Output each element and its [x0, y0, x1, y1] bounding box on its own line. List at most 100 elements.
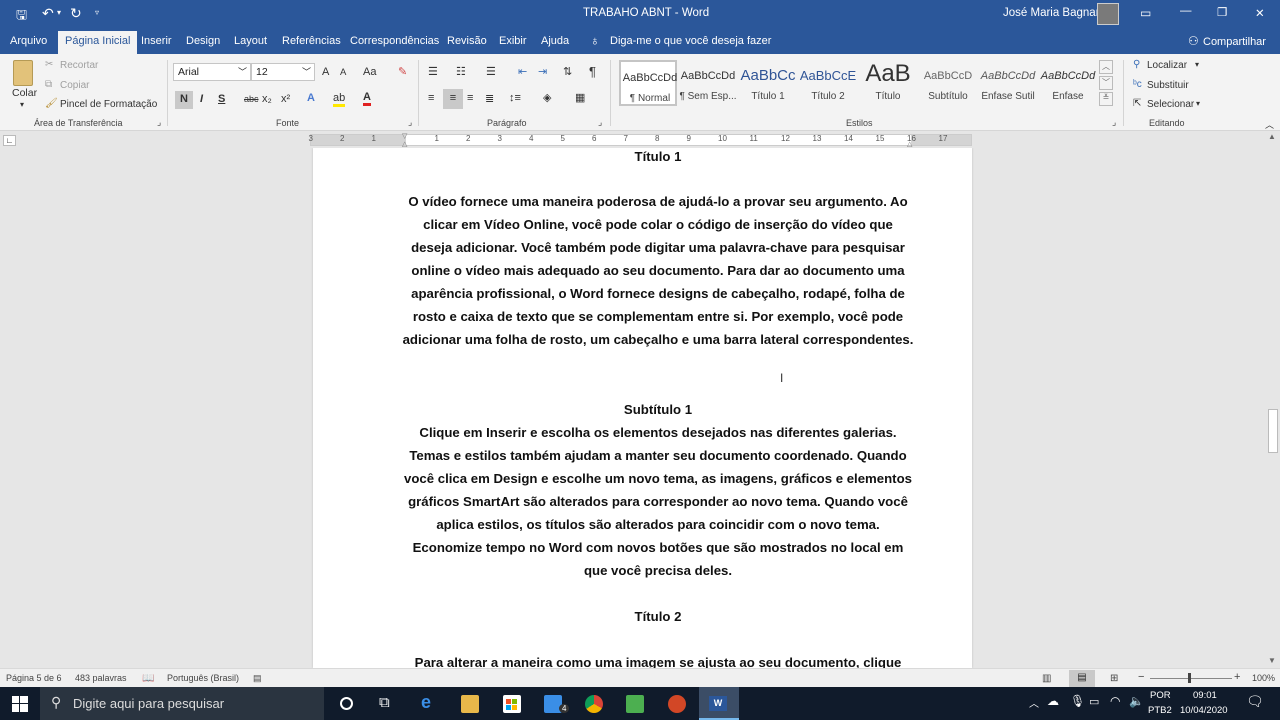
chrome-icon[interactable]	[585, 695, 603, 713]
change-case-button[interactable]: Aa	[363, 66, 376, 78]
proofing-icon[interactable]: 📖	[142, 673, 154, 684]
cortana-icon[interactable]	[340, 697, 353, 710]
shrink-font-button[interactable]: A	[340, 67, 346, 78]
scroll-up-icon[interactable]: ▲	[1268, 132, 1276, 141]
paragraph-3[interactable]: Para alterar a maneira como uma imagem s…	[401, 651, 915, 668]
style-enfase[interactable]: AaBbCcDd Ênfase	[1039, 60, 1097, 106]
collapse-ribbon-icon[interactable]: ︿	[1265, 118, 1274, 131]
shading-icon[interactable]: ◈	[543, 91, 551, 104]
align-right-icon[interactable]: ≡	[467, 92, 473, 104]
input-language[interactable]: POR	[1150, 690, 1171, 701]
battery-icon[interactable]: ▭	[1089, 695, 1099, 708]
paragraph-1[interactable]: O vídeo fornece uma maneira poderosa de …	[401, 190, 915, 351]
font-size-combo[interactable]: 12 ﹀	[251, 63, 315, 81]
cut-button[interactable]: Recortar	[60, 60, 98, 71]
tab-revisao[interactable]: Revisão	[447, 35, 487, 47]
select-button[interactable]: Selecionar	[1147, 99, 1194, 110]
multilevel-list-icon[interactable]: ☰	[486, 65, 496, 78]
heading-titulo-1[interactable]: Título 1	[401, 148, 915, 168]
format-painter-button[interactable]: Pincel de Formatação	[60, 99, 157, 110]
clear-formatting-icon[interactable]: ✎	[398, 65, 407, 78]
align-center-icon[interactable]: ≡	[443, 89, 463, 109]
chevron-down-icon[interactable]: ﹀	[302, 65, 311, 78]
macro-icon[interactable]: ▤	[253, 673, 262, 684]
text-effects-icon[interactable]: A	[307, 92, 315, 104]
style-normal[interactable]: AaBbCcDd ¶ Normal	[619, 60, 677, 106]
highlight-icon[interactable]: ab	[333, 92, 346, 107]
clock-time[interactable]: 09:01	[1193, 690, 1217, 701]
zoom-thumb[interactable]	[1188, 673, 1191, 683]
tab-selector[interactable]: ∟	[3, 135, 16, 146]
page-count[interactable]: Página 5 de 6	[6, 673, 62, 683]
style-titulo[interactable]: AaB Título	[859, 60, 917, 106]
grow-font-button[interactable]: A	[322, 66, 329, 78]
select-dropdown-icon[interactable]: ▾	[1196, 99, 1200, 108]
numbering-icon[interactable]: ☷	[456, 65, 466, 78]
bold-button[interactable]: N	[175, 91, 193, 109]
heading-subtitulo-1[interactable]: Subtítulo 1	[401, 398, 915, 421]
clock-date[interactable]: 10/04/2020	[1180, 705, 1228, 716]
right-indent-marker[interactable]: △	[907, 140, 912, 148]
align-left-icon[interactable]: ≡	[428, 92, 434, 104]
clipboard-icon[interactable]	[13, 60, 33, 86]
show-formatting-button[interactable]: ¶	[589, 64, 596, 79]
find-button[interactable]: Localizar	[1147, 60, 1187, 71]
redo-icon[interactable]: ↻	[70, 5, 82, 22]
show-hidden-icons[interactable]: ︿	[1029, 695, 1039, 710]
font-color-icon[interactable]: A	[363, 91, 371, 106]
web-layout-icon[interactable]: ⊞	[1110, 673, 1118, 684]
customize-qat-icon[interactable]: ▿	[95, 8, 99, 17]
replace-button[interactable]: Substituir	[1147, 80, 1189, 91]
heading-titulo-2[interactable]: Título 2	[401, 605, 915, 628]
styles-scroll-down-icon[interactable]: ﹀	[1099, 76, 1113, 90]
line-spacing-icon[interactable]: ↕≡	[509, 92, 521, 104]
powerpoint-icon[interactable]	[668, 695, 686, 713]
scroll-down-icon[interactable]: ▼	[1268, 656, 1276, 665]
tab-inserir[interactable]: Inserir	[141, 35, 172, 47]
first-line-indent-marker[interactable]: ▽	[402, 132, 407, 140]
undo-dropdown-icon[interactable]: ▾	[57, 8, 61, 17]
language-status[interactable]: Português (Brasil)	[167, 673, 239, 683]
font-launcher-icon[interactable]: ⌟	[408, 117, 412, 128]
minimize-button[interactable]: —	[1180, 5, 1192, 17]
print-layout-icon[interactable]: ▤	[1069, 670, 1095, 687]
user-name[interactable]: José Maria Bagnara	[1003, 7, 1106, 19]
font-name-combo[interactable]: Arial ﹀	[173, 63, 251, 81]
style-titulo-1[interactable]: AaBbCc Título 1	[739, 60, 797, 106]
styles-launcher-icon[interactable]: ⌟	[1112, 117, 1116, 128]
ribbon-display-options-icon[interactable]: ▭	[1140, 6, 1151, 20]
tab-arquivo[interactable]: Arquivo	[10, 35, 47, 47]
horizontal-ruler[interactable]: 3 2 1 1 2 3 4 5 6 7 8 9 10 11 12 13 14 15 16 17 ▽ △ △	[309, 132, 972, 148]
strikethrough-button[interactable]: abc	[244, 94, 259, 104]
scroll-thumb[interactable]	[1268, 409, 1278, 453]
decrease-indent-icon[interactable]: ⇤	[518, 65, 527, 78]
windows-start-icon[interactable]	[12, 696, 28, 712]
superscript-button[interactable]: x²	[281, 93, 290, 105]
document-area[interactable]: Título 1 O vídeo fornece uma maneira pod…	[0, 148, 1266, 668]
avatar[interactable]	[1097, 3, 1119, 25]
document-page[interactable]: Título 1 O vídeo fornece uma maneira pod…	[313, 148, 972, 668]
copy-button[interactable]: Copiar	[60, 80, 89, 91]
keyboard-layout[interactable]: PTB2	[1148, 705, 1172, 716]
paragraph-2[interactable]: Clique em Inserir e escolha os elementos…	[401, 421, 915, 582]
zoom-level[interactable]: 100%	[1252, 673, 1275, 683]
tab-design[interactable]: Design	[186, 35, 220, 47]
restore-button[interactable]: ❐	[1217, 5, 1227, 19]
microphone-icon[interactable]: 🎙	[1070, 694, 1085, 708]
close-button[interactable]: ✕	[1255, 6, 1265, 20]
borders-icon[interactable]: ▦	[575, 91, 585, 104]
share-button[interactable]: Compartilhar	[1203, 36, 1266, 48]
zoom-out-icon[interactable]: −	[1138, 671, 1144, 683]
edge-icon[interactable]: e	[421, 692, 431, 713]
bullets-icon[interactable]: ☰	[428, 65, 438, 78]
justify-icon[interactable]: ≣	[485, 92, 494, 105]
wifi-icon[interactable]: ◠	[1110, 694, 1120, 708]
volume-icon[interactable]: 🔈	[1129, 694, 1144, 708]
tab-correspondencias[interactable]: Correspondências	[350, 35, 439, 47]
store-icon[interactable]	[503, 695, 521, 713]
word-taskbar-button[interactable]: W	[699, 687, 739, 720]
tab-pagina-inicial[interactable]: Página Inicial	[58, 31, 138, 54]
tell-me-search[interactable]: Diga-me o que você deseja fazer	[610, 35, 771, 47]
tab-exibir[interactable]: Exibir	[499, 35, 527, 47]
subscript-button[interactable]: x₂	[262, 93, 272, 105]
